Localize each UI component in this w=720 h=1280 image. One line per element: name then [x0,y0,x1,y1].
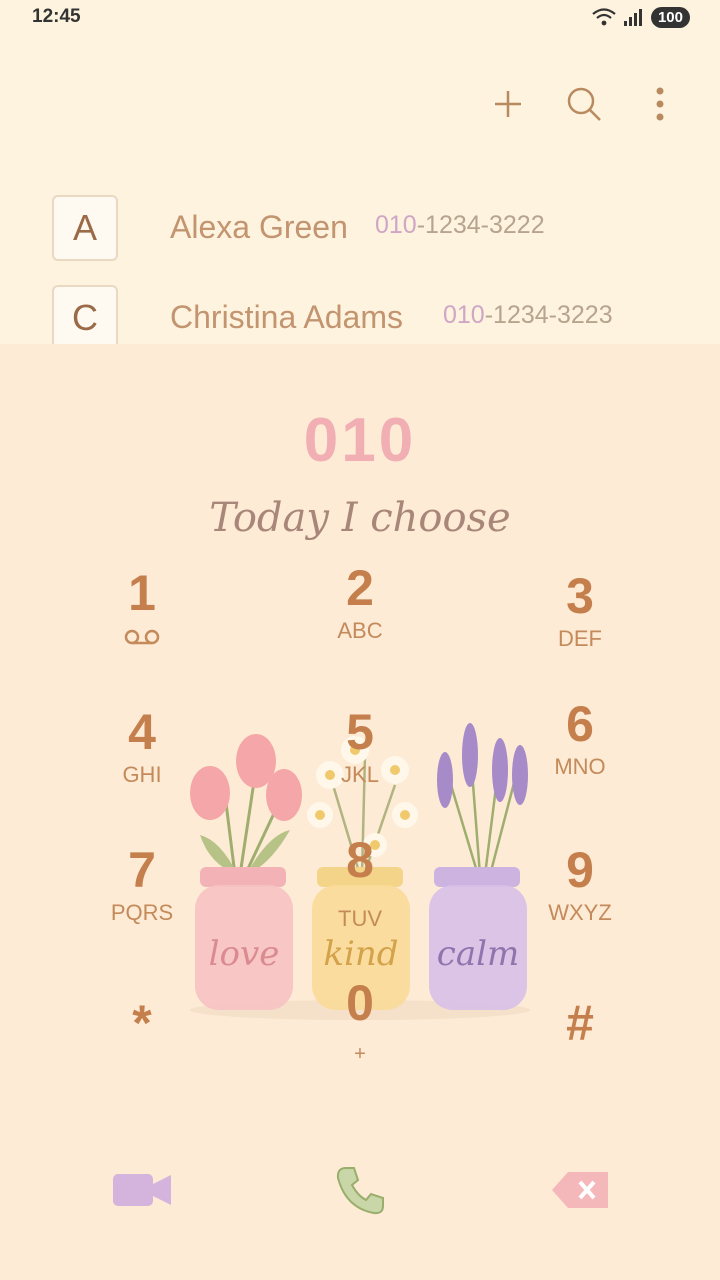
key-7[interactable]: 7 PQRS [62,842,222,952]
status-icons: 100 [591,5,690,29]
key-digit: 3 [566,568,594,624]
backspace-button[interactable] [540,1150,620,1230]
number-match: 010 [375,211,417,239]
wifi-icon [592,8,616,26]
key-letters: ABC [337,618,383,643]
contact-name: Christina Adams [170,299,403,335]
key-digit: 6 [566,696,594,752]
key-digit: 7 [128,842,156,898]
key-letters: MNO [554,754,606,779]
contact-number: 010-1234-3222 [375,211,545,240]
number-match: 010 [443,301,485,329]
key-digit: 2 [346,560,374,616]
key-8[interactable]: 8 TUV [280,832,440,942]
video-call-icon [113,1174,171,1206]
key-letters: JKL [341,762,379,787]
voicemail-icon [124,629,160,645]
contact-number: 010-1234-3223 [443,301,613,330]
contact-avatar-letter: C [52,285,118,351]
key-9[interactable]: 9 WXYZ [500,842,660,952]
key-star[interactable]: * [62,995,222,1105]
key-3[interactable]: 3 DEF [500,568,660,678]
contact-avatar-letter: A [52,195,118,261]
key-digit: 5 [346,704,374,760]
battery-icon: 100 [650,6,690,28]
dialed-number-display[interactable]: 010 [0,405,720,476]
signal-icon [623,9,642,26]
key-digit: 4 [128,704,156,760]
add-icon [495,91,521,117]
call-icon [336,1167,384,1215]
number-rest: -1234-3223 [484,301,613,329]
contact-row[interactable]: A Alexa Green 010-1234-3222 [0,195,720,285]
key-4[interactable]: 4 GHI [62,704,222,814]
key-digit: 8 [346,832,374,888]
search-button[interactable] [564,84,604,124]
search-icon [567,87,601,121]
key-1[interactable]: 1 [62,565,222,675]
key-digit: 0 [346,975,374,1031]
key-digit: * [132,995,152,1051]
key-0[interactable]: 0 + [280,975,440,1085]
key-2[interactable]: 2 ABC [280,560,440,670]
add-button[interactable] [488,84,528,124]
status-bar: 12:45 100 [0,0,720,34]
key-letters: DEF [558,626,602,651]
key-letters: WXYZ [548,900,612,925]
theme-script-text: Today I choose [209,495,511,541]
dialer-actions [0,1150,720,1230]
video-call-button[interactable] [102,1150,182,1230]
top-toolbar [488,84,680,124]
key-digit: # [566,995,594,1051]
key-hash[interactable]: # [500,995,660,1105]
more-vertical-icon [656,87,664,121]
more-options-button[interactable] [640,84,680,124]
key-letters: PQRS [110,900,174,925]
key-digit: 9 [566,842,594,898]
key-letters: + [354,1043,366,1065]
key-digit: 1 [128,565,156,621]
key-letters: GHI [122,762,162,787]
number-rest: -1234-3222 [416,211,545,239]
contact-name: Alexa Green [170,209,348,245]
key-6[interactable]: 6 MNO [500,696,660,806]
status-time: 12:45 [32,6,81,27]
key-letters: TUV [338,906,382,931]
key-5[interactable]: 5 JKL [280,704,440,814]
backspace-icon [552,1172,608,1208]
call-button[interactable] [320,1150,400,1230]
